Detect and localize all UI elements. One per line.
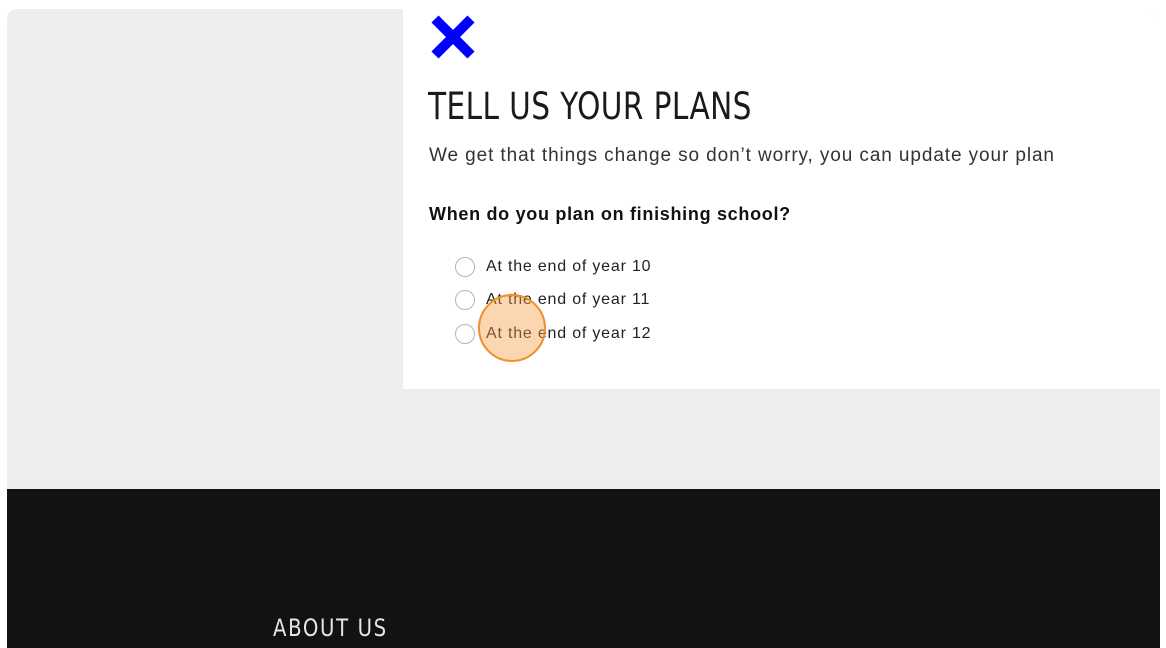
option-label: At the end of year 10 bbox=[486, 258, 652, 275]
radio-year-10[interactable] bbox=[455, 257, 475, 277]
about-us-link[interactable]: ABOUT US bbox=[273, 614, 388, 642]
question-label: When do you plan on finishing school? bbox=[429, 204, 791, 224]
modal-subtitle: We get that things change so don’t worry… bbox=[429, 145, 1055, 166]
radio-year-11[interactable] bbox=[455, 290, 475, 310]
option-year-10[interactable]: At the end of year 10 bbox=[455, 255, 651, 279]
close-icon[interactable] bbox=[429, 13, 477, 61]
modal-title: TELL US YOUR PLANS bbox=[428, 85, 752, 128]
click-indicator bbox=[478, 294, 546, 362]
radio-year-12[interactable] bbox=[455, 324, 475, 344]
page-viewport: TELL US YOUR PLANS We get that things ch… bbox=[7, 9, 1160, 648]
site-footer: ABOUT US bbox=[7, 489, 1160, 648]
